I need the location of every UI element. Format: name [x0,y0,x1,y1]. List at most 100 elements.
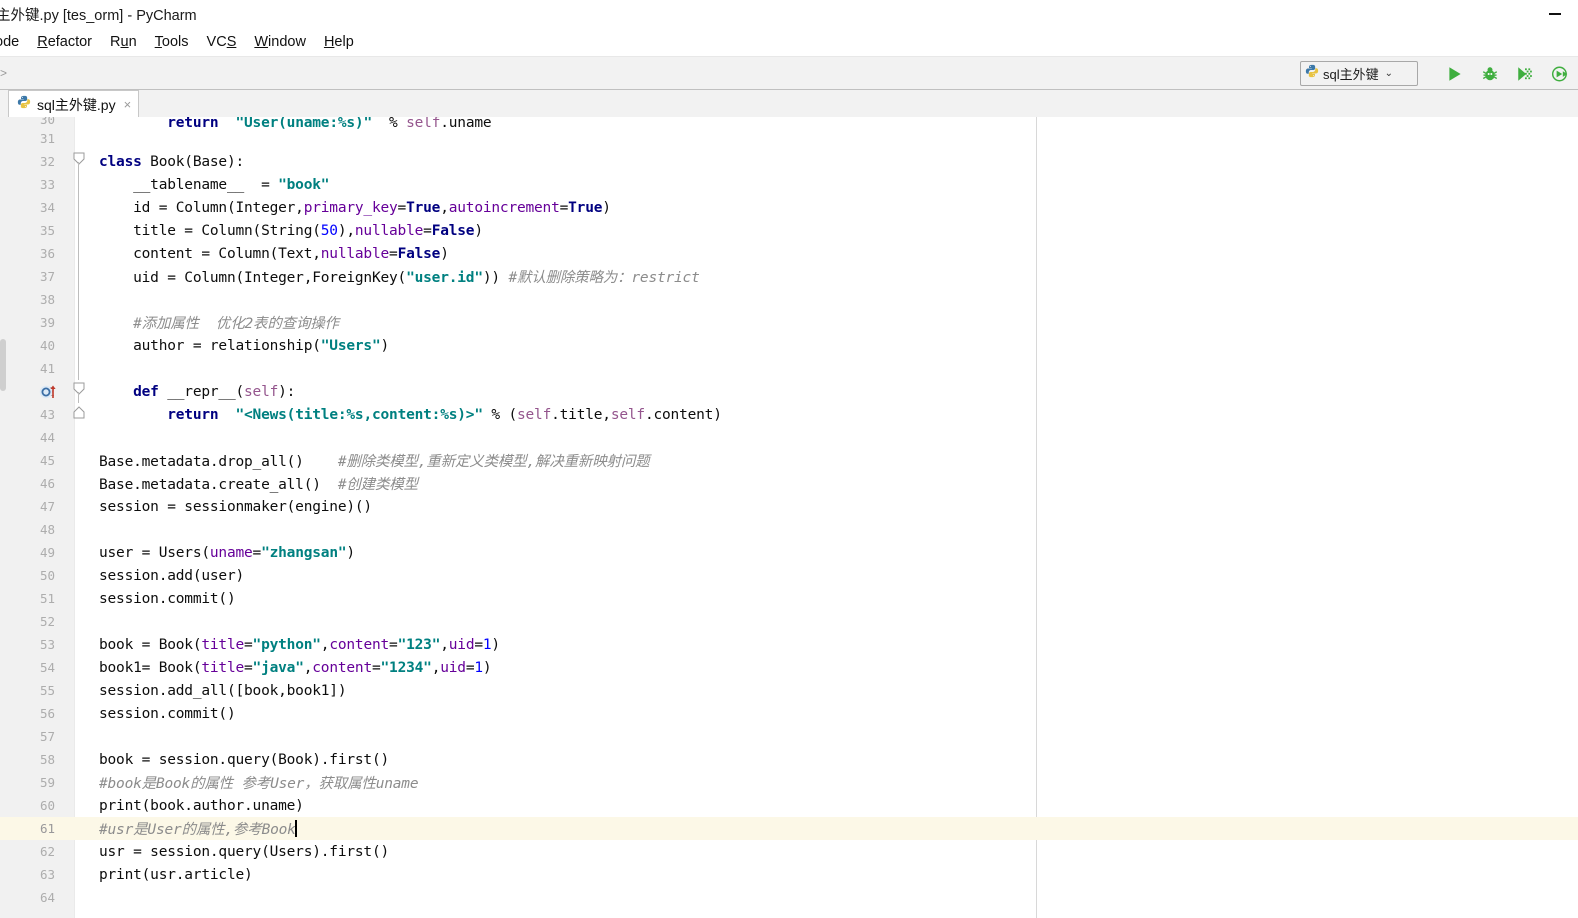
gutter-cell[interactable] [63,117,95,127]
run-configuration-selector[interactable]: sql主外键 ⌄ [1300,61,1418,86]
code-text[interactable]: title = Column(String(50),nullable=False… [95,223,483,239]
code-line[interactable]: 42 def __repr__(self): [0,380,1578,403]
gutter-cell[interactable] [63,564,95,587]
profile-icon[interactable] [1550,64,1570,84]
code-line[interactable]: 45 Base.metadata.drop_all() #删除类模型,重新定义类模… [0,449,1578,472]
gutter-cell[interactable] [63,311,95,334]
gutter-cell[interactable] [63,288,95,311]
override-method-icon[interactable] [39,384,56,399]
gutter-cell[interactable] [63,426,95,449]
code-text[interactable]: usr = session.query(Users).first() [95,844,389,860]
code-text[interactable]: session.add(user) [95,568,244,584]
gutter-cell[interactable] [63,633,95,656]
code-text[interactable]: Base.metadata.drop_all() #删除类模型,重新定义类模型,… [95,450,650,471]
gutter-cell[interactable] [39,380,95,403]
gutter-cell[interactable] [63,840,95,863]
code-text[interactable]: class Book(Base): [95,154,244,170]
gutter-cell[interactable] [63,587,95,610]
code-text[interactable]: session = sessionmaker(engine)() [95,499,372,515]
code-text[interactable]: book = Book(title="python",content="123"… [95,637,500,653]
code-line[interactable]: 44 [0,426,1578,449]
gutter-cell[interactable] [63,334,95,357]
code-text[interactable]: #usr是User的属性,参考Book [95,818,297,839]
gutter-cell[interactable] [63,357,95,380]
menu-code[interactable]: ode [0,32,28,52]
code-text[interactable]: author = relationship("Users") [95,338,389,354]
code-line[interactable]: 61 #usr是User的属性,参考Book [0,817,1578,840]
code-line[interactable]: 46 Base.metadata.create_all() #创建类模型 [0,472,1578,495]
coverage-icon[interactable] [1515,64,1535,84]
menu-window[interactable]: Window [245,32,315,52]
gutter-cell[interactable] [63,127,95,150]
code-line[interactable]: 54 book1= Book(title="java",content="1234… [0,656,1578,679]
gutter-cell[interactable] [63,495,95,518]
code-text[interactable]: print(book.author.uname) [95,798,304,814]
code-line[interactable]: 30 return "User(uname:%s)" % self.uname [0,117,1578,131]
code-line[interactable]: 31 [0,127,1578,150]
code-text[interactable]: #添加属性 优化2表的查询操作 [95,312,339,333]
fold-collapse-icon[interactable] [73,152,85,166]
fold-end-icon[interactable] [73,405,85,419]
breadcrumb[interactable]: > [0,66,7,80]
gutter-cell[interactable] [63,541,95,564]
editor-tab-sql-zhuwaijian[interactable]: sql主外键.py × [8,90,140,118]
code-line[interactable]: 39 #添加属性 优化2表的查询操作 [0,311,1578,334]
gutter-cell[interactable] [63,449,95,472]
gutter-cell[interactable] [63,748,95,771]
code-text[interactable]: session.add_all([book,book1]) [95,683,347,699]
code-line[interactable]: 63 print(usr.article) [0,863,1578,886]
gutter-cell[interactable] [63,817,95,840]
gutter-cell[interactable] [63,242,95,265]
code-line[interactable]: 35 title = Column(String(50),nullable=Fa… [0,219,1578,242]
code-text[interactable]: uid = Column(Integer,ForeignKey("user.id… [95,266,700,287]
gutter-cell[interactable] [63,196,95,219]
code-text[interactable]: session.commit() [95,706,236,722]
code-line[interactable]: 32 class Book(Base): [0,150,1578,173]
code-text[interactable]: id = Column(Integer,primary_key=True,aut… [95,200,611,216]
code-text[interactable]: book = session.query(Book).first() [95,752,389,768]
menu-vcs[interactable]: VCS [198,32,246,52]
code-text[interactable]: user = Users(uname="zhangsan") [95,545,355,561]
code-text[interactable]: def __repr__(self): [95,384,295,400]
code-line[interactable]: 38 [0,288,1578,311]
gutter-cell[interactable] [63,403,95,426]
code-line[interactable]: 64 [0,886,1578,909]
gutter-cell[interactable] [63,610,95,633]
minimize-button[interactable] [1532,0,1578,28]
menu-help[interactable]: Help [315,32,363,52]
code-text[interactable]: #book是Book的属性 参考User，获取属性uname [95,772,419,793]
gutter-cell[interactable] [63,173,95,196]
code-text[interactable]: Base.metadata.create_all() #创建类模型 [95,473,418,494]
menu-run[interactable]: Run [101,32,146,52]
run-icon[interactable] [1445,64,1465,84]
code-line[interactable]: 40 author = relationship("Users") [0,334,1578,357]
code-line[interactable]: 37 uid = Column(Integer,ForeignKey("user… [0,265,1578,288]
gutter-cell[interactable] [63,702,95,725]
code-line[interactable]: 57 [0,725,1578,748]
code-text[interactable]: book1= Book(title="java",content="1234",… [95,660,492,676]
code-line[interactable]: 60 print(book.author.uname) [0,794,1578,817]
code-line[interactable]: 62 usr = session.query(Users).first() [0,840,1578,863]
code-line[interactable]: 33 __tablename__ = "book" [0,173,1578,196]
close-icon[interactable]: × [124,97,132,112]
code-text[interactable]: session.commit() [95,591,236,607]
code-text[interactable]: content = Column(Text,nullable=False) [95,246,449,262]
gutter-cell[interactable] [63,265,95,288]
fold-collapse-icon[interactable] [73,382,85,396]
code-line[interactable]: 55 session.add_all([book,book1]) [0,679,1578,702]
gutter-cell[interactable] [63,219,95,242]
gutter-cell[interactable] [63,472,95,495]
gutter-cell[interactable] [63,771,95,794]
code-line[interactable]: 56 session.commit() [0,702,1578,725]
menu-refactor[interactable]: Refactor [28,32,101,52]
gutter-cell[interactable] [63,518,95,541]
code-line[interactable]: 51 session.commit() [0,587,1578,610]
gutter-cell[interactable] [63,794,95,817]
debug-icon[interactable] [1480,64,1500,84]
code-line[interactable]: 43 return "<News(title:%s,content:%s)>" … [0,403,1578,426]
gutter-cell[interactable] [63,656,95,679]
code-line[interactable]: 49 user = Users(uname="zhangsan") [0,541,1578,564]
code-line[interactable]: 36 content = Column(Text,nullable=False) [0,242,1578,265]
code-line[interactable]: 41 [0,357,1578,380]
code-line[interactable]: 34 id = Column(Integer,primary_key=True,… [0,196,1578,219]
